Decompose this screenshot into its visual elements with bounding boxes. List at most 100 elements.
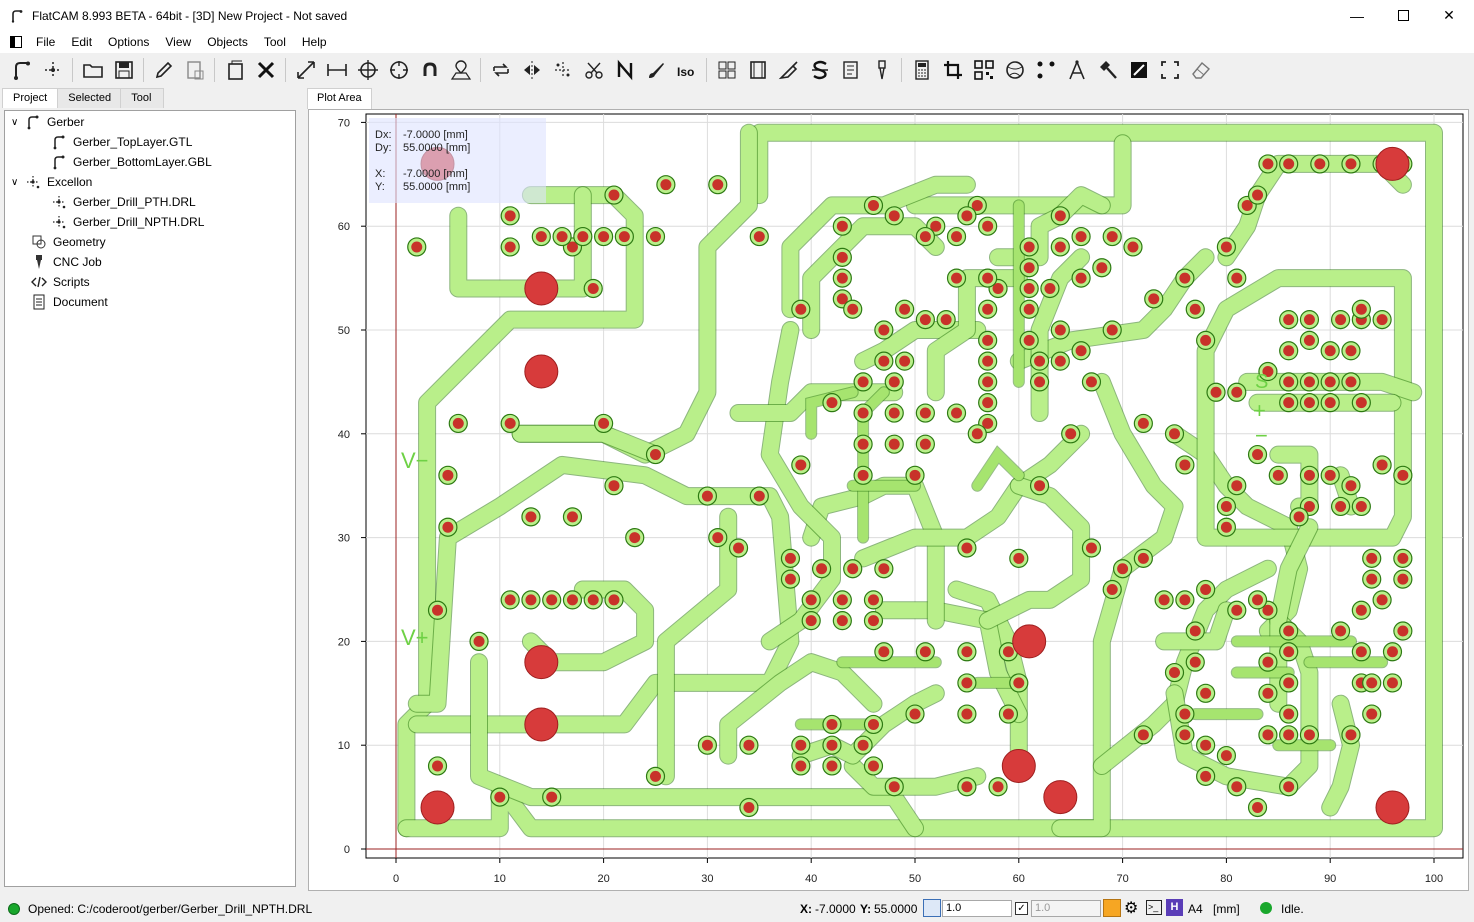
menu-objects[interactable]: Objects <box>199 35 256 49</box>
menu-edit[interactable]: Edit <box>63 35 100 49</box>
paint-button[interactable] <box>640 55 671 85</box>
isolation-button[interactable]: Iso <box>671 55 702 85</box>
tree-item-scripts[interactable]: Scripts <box>31 272 90 292</box>
ncc-button[interactable] <box>609 55 640 85</box>
save-edit-button[interactable] <box>179 55 210 85</box>
save-project-button[interactable] <box>108 55 139 85</box>
menu-help[interactable]: Help <box>294 35 335 49</box>
npth-hole <box>524 707 559 742</box>
map-pin-button[interactable] <box>445 55 476 85</box>
tab-selected[interactable]: Selected <box>57 88 122 108</box>
gear-icon[interactable]: ⚙ <box>1124 898 1138 918</box>
optimal-button[interactable] <box>866 55 897 85</box>
tab-tool[interactable]: Tool <box>120 88 165 108</box>
drill-hole <box>951 272 963 284</box>
drill-hole <box>1283 376 1295 388</box>
tab-project[interactable]: Project <box>2 88 59 108</box>
drill-hole <box>1231 272 1243 284</box>
tree-item-geometry[interactable]: Geometry <box>31 232 106 252</box>
menu-options[interactable]: Options <box>100 35 157 49</box>
minimize-button[interactable]: — <box>1334 0 1380 31</box>
new-geometry-button[interactable] <box>148 55 179 85</box>
drill-hole <box>836 251 848 263</box>
grid-snap-icon[interactable] <box>923 899 941 917</box>
calculator-button[interactable] <box>906 55 937 85</box>
open-excellon-button[interactable] <box>37 55 68 85</box>
rules-check-button[interactable] <box>835 55 866 85</box>
hud-toggle-button[interactable]: H <box>1166 899 1183 916</box>
align-button[interactable] <box>1061 55 1092 85</box>
delete-button[interactable] <box>250 55 281 85</box>
plot-canvas[interactable]: 0 10 20 30 40 50 60 70 80 90 100 0 10 20 30 40 50 60 70 D… <box>308 109 1469 891</box>
drill-hole <box>1117 563 1129 575</box>
copper-thieving-button[interactable] <box>999 55 1030 85</box>
set-origin-button[interactable] <box>352 55 383 85</box>
drill-hole <box>1303 469 1315 481</box>
drill-hole <box>1137 417 1149 429</box>
panelize-button[interactable] <box>711 55 742 85</box>
replot-button[interactable] <box>485 55 516 85</box>
maximize-button[interactable] <box>1380 0 1426 31</box>
drill-hole <box>961 646 973 658</box>
new-document-button[interactable] <box>219 55 250 85</box>
flip-button[interactable] <box>516 55 547 85</box>
locate-button[interactable] <box>414 55 445 85</box>
menu-file[interactable]: File <box>28 35 63 49</box>
crop-button[interactable] <box>937 55 968 85</box>
menu-tool[interactable]: Tool <box>256 35 294 49</box>
invert-button[interactable] <box>1123 55 1154 85</box>
extract-button[interactable] <box>1154 55 1185 85</box>
open-project-button[interactable] <box>77 55 108 85</box>
save-edit-icon <box>186 61 203 80</box>
tree-item-gerber[interactable]: ∨ Gerber <box>11 112 84 132</box>
eraser-button[interactable] <box>1185 55 1216 85</box>
ruler-icon <box>326 64 347 76</box>
pcb-plot[interactable]: 0 10 20 30 40 50 60 70 80 90 100 0 10 20 30 40 50 60 70 D… <box>309 110 1468 890</box>
collapse-arrow-icon[interactable]: ∨ <box>11 177 25 188</box>
collapse-arrow-icon[interactable]: ∨ <box>11 117 25 128</box>
drill-hole <box>826 718 838 730</box>
toolbar-separator <box>285 58 286 82</box>
tree-item-drill-npth[interactable]: Gerber_Drill_NPTH.DRL <box>51 212 204 232</box>
drill-hole <box>432 604 444 616</box>
punch-button[interactable] <box>1092 55 1123 85</box>
tab-plot-area[interactable]: Plot Area <box>307 88 372 109</box>
close-button[interactable]: ✕ <box>1426 0 1472 31</box>
tree-item-gerber-top[interactable]: Gerber_TopLayer.GTL <box>51 132 192 152</box>
menu-view[interactable]: View <box>157 35 199 49</box>
tree-item-drill-pth[interactable]: Gerber_Drill_PTH.DRL <box>51 192 196 212</box>
tree-item-gerber-bottom[interactable]: Gerber_BottomLayer.GBL <box>51 152 212 172</box>
zoom-fit-button[interactable] <box>290 55 321 85</box>
x-tick-label: 40 <box>805 873 817 885</box>
x-tick-label: 50 <box>909 873 921 885</box>
grid-x-input[interactable]: 1.0 <box>942 900 1012 917</box>
axis-toggle-icon[interactable] <box>1103 899 1121 917</box>
jump-to-button[interactable] <box>383 55 414 85</box>
save-icon <box>114 61 133 79</box>
grid-lock-checkbox[interactable]: ✓ <box>1015 902 1028 915</box>
open-gerber-button[interactable] <box>6 55 37 85</box>
npth-hole <box>1375 146 1410 181</box>
npth-hole <box>1001 748 1036 783</box>
tree-item-cnc-job[interactable]: CNC Job <box>31 252 102 272</box>
drill-button[interactable] <box>547 55 578 85</box>
fiducials-button[interactable] <box>1030 55 1061 85</box>
solder-paste-button[interactable] <box>773 55 804 85</box>
tree-item-excellon[interactable]: ∨ Excellon <box>11 172 92 192</box>
grid-y-input[interactable]: 1.0 <box>1031 900 1101 917</box>
tree-item-document[interactable]: Document <box>31 292 108 312</box>
x-tick-label: 20 <box>597 873 609 885</box>
sub-tool-button[interactable] <box>804 55 835 85</box>
qrcode-button[interactable] <box>968 55 999 85</box>
maximize-icon <box>1397 10 1409 21</box>
npth-hole <box>524 645 559 680</box>
drill-hole <box>1002 708 1014 720</box>
panel-toggle-icon[interactable] <box>10 36 22 48</box>
distance-tool-button[interactable] <box>321 55 352 85</box>
cutout-button[interactable] <box>578 55 609 85</box>
units-label[interactable]: [mm] <box>1213 902 1240 916</box>
drill-hole <box>909 708 921 720</box>
x-tick-label: 30 <box>701 873 713 885</box>
shell-icon[interactable]: >_ <box>1146 900 1162 915</box>
film-button[interactable] <box>742 55 773 85</box>
